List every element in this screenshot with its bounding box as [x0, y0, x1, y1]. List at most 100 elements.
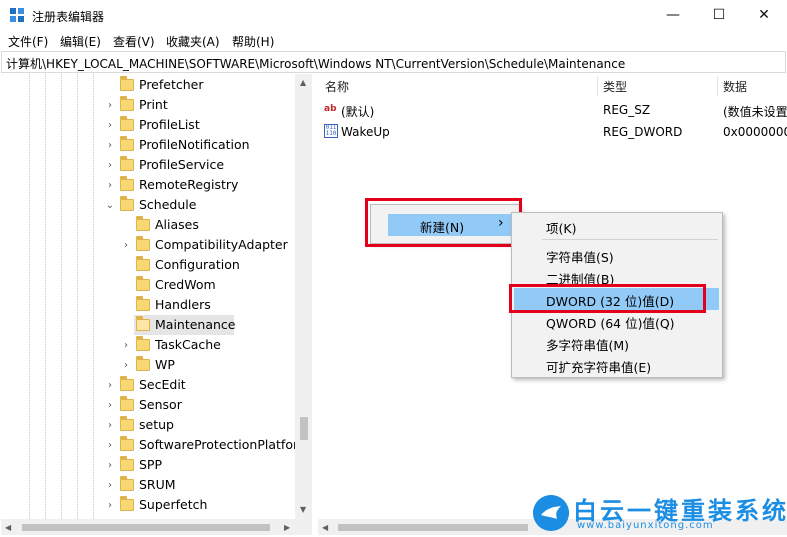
address-path: 计算机\HKEY_LOCAL_MACHINE\SOFTWARE\Microsof…	[6, 57, 626, 71]
expander-icon[interactable]: ›	[121, 335, 131, 355]
folder-icon	[136, 336, 150, 351]
registry-editor-icon	[10, 8, 24, 22]
tree-item[interactable]: › SRUM	[1, 475, 295, 495]
tree-item[interactable]: › setup	[1, 415, 295, 435]
tree-item-label: CompatibilityAdapter	[155, 237, 288, 252]
menu-edit[interactable]: 编辑(E)	[60, 33, 101, 50]
tree-vertical-scrollbar[interactable]	[295, 74, 312, 519]
tree-item[interactable]: › SoftwareProtectionPlatform	[1, 435, 310, 455]
tree-hscroll-thumb[interactable]	[22, 524, 270, 531]
minimize-button[interactable]: —	[650, 0, 696, 30]
menu-file[interactable]: 文件(F)	[8, 33, 48, 50]
expander-icon[interactable]: ›	[105, 495, 115, 515]
column-data-header[interactable]: 数据	[723, 78, 747, 95]
expander-icon[interactable]: ›	[121, 355, 131, 375]
tree-item[interactable]: › Print	[1, 95, 295, 115]
expander-icon[interactable]: ›	[105, 455, 115, 475]
tree-item[interactable]: Prefetcher	[1, 75, 295, 95]
tree-scroll-thumb[interactable]	[300, 417, 308, 440]
folder-icon	[136, 296, 150, 311]
submenu-item-expand-string[interactable]: 可扩充字符串值(E)	[546, 357, 651, 376]
tree-item[interactable]: › ProfileNotification	[1, 135, 295, 155]
tree-item-label: Prefetcher	[139, 77, 204, 92]
address-bar[interactable]: 计算机\HKEY_LOCAL_MACHINE\SOFTWARE\Microsof…	[1, 51, 786, 73]
tree-item[interactable]: › SecEdit	[1, 375, 295, 395]
value-type: REG_DWORD	[603, 125, 683, 139]
column-separator	[597, 76, 598, 96]
menu-favorites[interactable]: 收藏夹(A)	[166, 33, 220, 50]
expander-icon[interactable]	[121, 275, 131, 295]
folder-icon	[136, 236, 150, 251]
scroll-down-arrow-icon[interactable]: ▼	[300, 505, 306, 514]
tree-item[interactable]: › RemoteRegistry	[1, 175, 295, 195]
tree-item[interactable]: › Sensor	[1, 395, 295, 415]
expander-icon[interactable]: ›	[105, 115, 115, 135]
column-name-header[interactable]: 名称	[325, 78, 349, 95]
folder-icon	[120, 196, 134, 211]
expander-icon[interactable]: ›	[105, 375, 115, 395]
expander-icon[interactable]: ›	[105, 475, 115, 495]
tree-item[interactable]: › ProfileService	[1, 155, 295, 175]
expander-icon[interactable]: ›	[105, 155, 115, 175]
folder-icon	[136, 316, 150, 331]
tree-item[interactable]: › SPP	[1, 455, 295, 475]
tree-item[interactable]: ⌄ Schedule	[1, 195, 295, 215]
scroll-left-arrow-icon[interactable]: ◀	[5, 523, 11, 532]
tree-item[interactable]: › CompatibilityAdapter	[1, 235, 295, 255]
expander-icon[interactable]: ›	[105, 135, 115, 155]
expander-icon[interactable]: ⌄	[105, 195, 115, 215]
tree-item[interactable]: › TaskCache	[1, 335, 295, 355]
window-title: 注册表编辑器	[32, 10, 105, 24]
highlight-box-new	[365, 198, 522, 247]
folder-icon	[120, 136, 134, 151]
close-button[interactable]: ✕	[741, 0, 787, 30]
tree-item-label: ProfileList	[139, 117, 200, 132]
watermark-url: www.baiyunxitong.com	[577, 520, 714, 531]
menu-view[interactable]: 查看(V)	[113, 33, 155, 50]
expander-icon[interactable]	[121, 255, 131, 275]
tree-item[interactable]: › ProfileList	[1, 115, 295, 135]
column-type-header[interactable]: 类型	[603, 78, 627, 95]
tree-item-label: Handlers	[155, 297, 211, 312]
tree-item[interactable]: Configuration	[1, 255, 295, 275]
scroll-up-arrow-icon[interactable]: ▲	[300, 78, 306, 87]
menu-bar: 文件(F) 编辑(E) 查看(V) 收藏夹(A) 帮助(H)	[0, 30, 787, 50]
tree-item[interactable]: › Superfetch	[1, 495, 295, 515]
folder-icon	[120, 436, 134, 451]
tree-item[interactable]: Handlers	[1, 295, 295, 315]
tree-item-label: SRUM	[139, 477, 176, 492]
tree-item[interactable]: Aliases	[1, 215, 295, 235]
tree-item[interactable]: CredWom	[1, 275, 295, 295]
value-type: REG_SZ	[603, 103, 651, 117]
registry-tree[interactable]: Prefetcher › Print › ProfileList › ProfileNoti…	[1, 74, 312, 519]
tree-item[interactable]: › WP	[1, 355, 295, 375]
expander-icon[interactable]	[121, 315, 131, 335]
tree-item-label: Maintenance	[155, 317, 236, 332]
maximize-button[interactable]: ☐	[696, 0, 742, 30]
expander-icon[interactable]: ›	[105, 175, 115, 195]
tree-item-label: SPP	[139, 457, 163, 472]
tree-item[interactable]: Maintenance	[1, 315, 295, 335]
tree-item-label: RemoteRegistry	[139, 177, 239, 192]
submenu-item-qword[interactable]: QWORD (64 位)值(Q)	[546, 313, 675, 332]
expander-icon[interactable]: ›	[105, 395, 115, 415]
tree-item-label: Sensor	[139, 397, 182, 412]
value-name: (默认)	[341, 105, 375, 119]
folder-icon	[120, 96, 134, 111]
expander-icon[interactable]	[121, 215, 131, 235]
expander-icon[interactable]	[121, 295, 131, 315]
folder-icon	[120, 496, 134, 511]
expander-icon[interactable]	[105, 75, 115, 95]
scroll-right-arrow-icon[interactable]: ▶	[284, 523, 290, 532]
expander-icon[interactable]: ›	[121, 235, 131, 255]
expander-icon[interactable]: ›	[105, 415, 115, 435]
expander-icon[interactable]: ›	[105, 95, 115, 115]
folder-icon	[120, 376, 134, 391]
submenu-item-multi-string[interactable]: 多字符串值(M)	[546, 335, 629, 354]
list-hscroll-thumb[interactable]	[338, 524, 528, 531]
submenu-item-key[interactable]: 项(K)	[546, 218, 576, 237]
expander-icon[interactable]: ›	[105, 435, 115, 455]
scroll-left-arrow-icon[interactable]: ◀	[322, 523, 328, 532]
menu-help[interactable]: 帮助(H)	[232, 33, 274, 50]
submenu-item-string[interactable]: 字符串值(S)	[546, 247, 614, 266]
